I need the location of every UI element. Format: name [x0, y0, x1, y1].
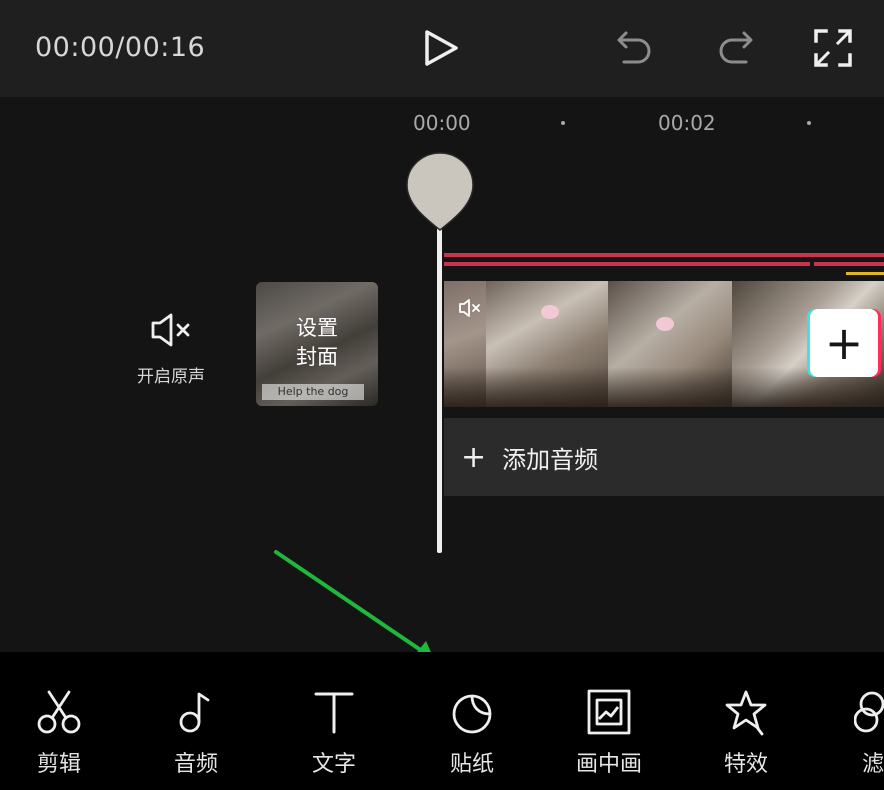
track-marker-line	[846, 272, 884, 275]
add-audio-label: 添加音频	[502, 445, 599, 474]
track-marker-line	[814, 262, 884, 266]
tool-label: 滤	[862, 752, 884, 777]
tool-label: 文字	[311, 752, 356, 777]
picture-in-picture-icon	[587, 689, 631, 735]
ruler-dot	[807, 121, 811, 125]
filter-icon	[854, 691, 884, 733]
preview-control-bar: 00:00/00:16	[0, 0, 884, 97]
tool-text[interactable]: 文字	[284, 688, 384, 778]
fullscreen-icon[interactable]	[810, 25, 856, 71]
timeline-ruler: 00:00 00:02	[0, 97, 884, 147]
tool-label: 特效	[723, 752, 768, 777]
plus-icon: +	[461, 439, 487, 475]
clip-frame	[608, 281, 732, 407]
playhead-line[interactable]	[437, 220, 442, 553]
cover-title-line: 封面	[296, 345, 338, 369]
tool-sticker[interactable]: 贴纸	[422, 688, 522, 778]
speaker-mute-icon	[151, 313, 190, 347]
redo-icon[interactable]	[712, 25, 758, 71]
mute-original-audio-button[interactable]: 开启原声	[120, 312, 222, 387]
track-marker-line	[444, 253, 884, 257]
add-clip-button[interactable]: +	[810, 309, 878, 377]
tool-label: 音频	[173, 752, 218, 777]
undo-icon[interactable]	[612, 25, 658, 71]
tool-filter[interactable]: 滤	[836, 688, 884, 778]
music-note-icon	[179, 692, 210, 733]
ruler-tick: 00:02	[658, 111, 716, 135]
text-icon	[314, 692, 354, 734]
tool-label: 剪辑	[36, 752, 81, 777]
bottom-toolbar: 剪辑 音频 文字 贴纸 画中画 特效 滤	[0, 652, 884, 790]
clip-mute-icon	[459, 299, 480, 317]
ruler-dot	[561, 121, 565, 125]
tool-edit[interactable]: 剪辑	[9, 688, 109, 778]
play-icon[interactable]	[418, 25, 464, 71]
playhead-handle[interactable]	[405, 150, 475, 240]
tool-label: 贴纸	[449, 752, 494, 777]
mute-label: 开启原声	[137, 367, 205, 387]
clip-frame	[486, 281, 608, 407]
tool-picture-in-picture[interactable]: 画中画	[559, 688, 659, 778]
tool-label: 画中画	[575, 752, 642, 777]
cover-title: 设置 封面	[256, 314, 378, 372]
tool-effects[interactable]: 特效	[696, 688, 796, 778]
ruler-tick: 00:00	[413, 111, 471, 135]
set-cover-button[interactable]: 设置 封面 Help the dog	[256, 282, 378, 406]
sticker-icon	[452, 694, 492, 734]
track-marker-line	[444, 262, 810, 266]
scissors-icon	[37, 690, 81, 734]
add-audio-button[interactable]: + 添加音频	[444, 418, 884, 496]
cover-title-line: 设置	[296, 316, 338, 340]
time-display: 00:00/00:16	[35, 32, 206, 63]
star-effect-icon	[725, 690, 767, 736]
cover-caption: Help the dog	[262, 384, 364, 400]
tool-audio[interactable]: 音频	[146, 688, 246, 778]
